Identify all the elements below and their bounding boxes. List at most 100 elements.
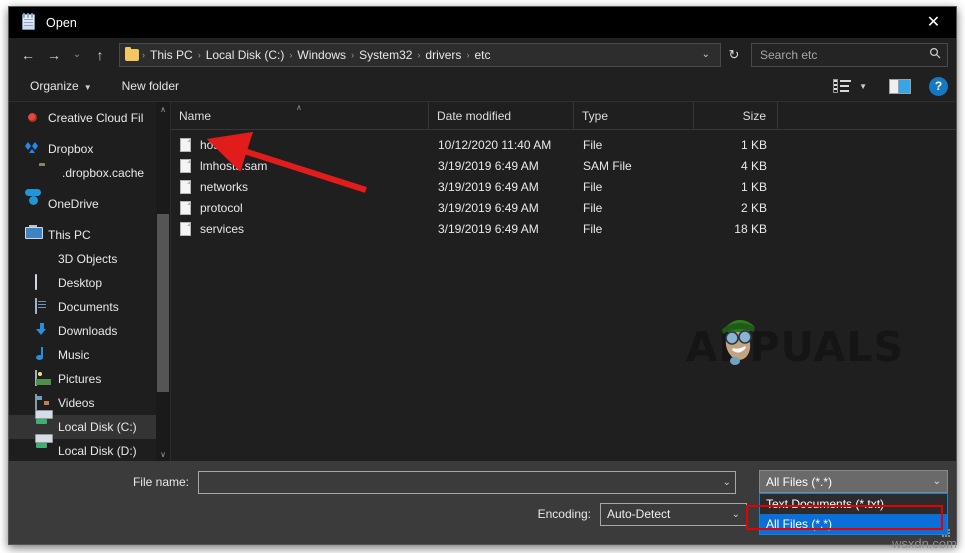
sidebar-item-label: Creative Cloud Fil [48, 111, 144, 125]
file-name-input[interactable] [203, 474, 717, 490]
chevron-down-icon: ⌄ [731, 508, 740, 520]
encoding-select[interactable]: Auto-Detect ⌄ [600, 502, 747, 526]
dialog-footer: File name: ⌄ Encoding: Auto-Detect ⌄ All… [9, 461, 956, 544]
videos-icon [35, 394, 51, 411]
table-row[interactable]: protocol 3/19/2019 6:49 AM File 2 KB [171, 197, 956, 218]
table-row[interactable]: networks 3/19/2019 6:49 AM File 1 KB [171, 176, 956, 197]
breadcrumb-local-disk-c[interactable]: Local Disk (C:) [202, 48, 289, 62]
table-row[interactable]: lmhosts.sam 3/19/2019 6:49 AM SAM File 4… [171, 155, 956, 176]
search-icon[interactable] [929, 47, 941, 62]
breadcrumb-etc[interactable]: etc [470, 48, 494, 62]
cell-size: 1 KB [740, 179, 767, 194]
file-name-combo[interactable]: ⌄ [198, 470, 736, 494]
close-icon[interactable]: ✕ [911, 7, 956, 38]
file-name: hosts [200, 137, 229, 152]
sidebar-item-pictures[interactable]: Pictures [9, 367, 156, 391]
search-box[interactable] [751, 42, 948, 67]
sidebar-item-onedrive[interactable]: OneDrive [9, 192, 156, 216]
sidebar-item-label: Music [58, 348, 90, 362]
breadcrumb-this-pc[interactable]: This PC [146, 48, 197, 62]
help-icon[interactable]: ? [929, 76, 948, 96]
file-icon [180, 137, 191, 152]
file-list-header: Name ∧ Date modified Type Size [171, 102, 956, 130]
sidebar-item-music[interactable]: Music [9, 343, 156, 367]
file-type-filter-value: All Files (*.*) [766, 474, 833, 489]
sidebar-item-dropbox-cache[interactable]: .dropbox.cache [9, 161, 156, 185]
up-button[interactable]: ↑ [87, 42, 113, 68]
cell-type: File [583, 221, 603, 236]
sort-ascending-icon: ∧ [296, 102, 302, 112]
file-list: Name ∧ Date modified Type Size hosts 10/… [171, 102, 956, 461]
table-row[interactable]: services 3/19/2019 6:49 AM File 18 KB [171, 218, 956, 239]
sidebar-item-this-pc[interactable]: This PC [9, 223, 156, 247]
table-row[interactable]: hosts 10/12/2020 11:40 AM File 1 KB [171, 134, 956, 155]
documents-icon [35, 298, 51, 315]
file-type-filter-select[interactable]: All Files (*.*) ⌄ [759, 470, 948, 493]
change-view-icon[interactable] [833, 79, 852, 93]
cell-size: 2 KB [740, 200, 767, 215]
onedrive-icon [25, 196, 41, 212]
scroll-up-icon[interactable]: ∧ [156, 102, 170, 116]
sidebar-item-desktop[interactable]: Desktop [9, 271, 156, 295]
this-pc-icon [25, 227, 41, 243]
preview-pane-icon[interactable] [889, 78, 911, 94]
column-header-date-modified[interactable]: Date modified [429, 102, 574, 130]
sidebar-item-label: Downloads [58, 324, 118, 338]
encoding-label: Encoding: [537, 507, 591, 521]
dropbox-icon [25, 141, 41, 157]
column-header-name[interactable]: Name ∧ [171, 102, 429, 130]
file-name: protocol [200, 200, 243, 215]
sidebar-item-documents[interactable]: Documents [9, 295, 156, 319]
new-folder-button[interactable]: New folder [115, 75, 186, 97]
forward-button[interactable]: → [41, 42, 67, 68]
refresh-icon[interactable]: ↻ [721, 43, 747, 67]
sidebar-item-label: Dropbox [48, 142, 94, 156]
sidebar-item-label: Documents [58, 300, 119, 314]
cell-date-modified: 3/19/2019 6:49 AM [438, 179, 539, 194]
recent-locations-icon[interactable]: ⌄ [67, 42, 87, 68]
address-bar[interactable]: › This PC › Local Disk (C:) › Windows › … [119, 42, 721, 67]
window-title: Open [46, 15, 77, 30]
cell-date-modified: 3/19/2019 6:49 AM [438, 158, 539, 173]
folder-icon [39, 165, 55, 181]
disk-icon [35, 419, 51, 435]
scroll-down-icon[interactable]: ∨ [156, 447, 170, 461]
dialog-body: Creative Cloud Fil Dropbox .dropbox.cach… [9, 102, 956, 461]
pictures-icon [35, 370, 51, 387]
scrollbar-thumb[interactable] [157, 214, 169, 392]
sidebar-item-local-disk-d[interactable]: Local Disk (D:) [9, 439, 156, 461]
sidebar-item-videos[interactable]: Videos [9, 391, 156, 415]
watermark-text: APPUALS [685, 323, 904, 371]
cell-type: File [583, 179, 603, 194]
file-name-label: File name: [132, 475, 189, 489]
sidebar-item-label: Videos [58, 396, 95, 410]
appuals-mascot-icon [721, 319, 755, 365]
breadcrumb-system32[interactable]: System32 [355, 48, 416, 62]
sidebar-item-dropbox[interactable]: Dropbox [9, 137, 156, 161]
screenshot-root: Open ✕ ← → ⌄ ↑ › This PC › Local Disk (C… [0, 0, 965, 553]
back-button[interactable]: ← [15, 42, 41, 68]
sidebar-item-creative-cloud[interactable]: Creative Cloud Fil [9, 106, 156, 130]
cell-type: File [583, 137, 603, 152]
search-input[interactable] [758, 46, 929, 63]
file-type-filter-dropdown[interactable]: Text Documents (*.txt) All Files (*.*) [759, 493, 948, 535]
file-icon [180, 158, 191, 173]
organize-button[interactable]: Organize ▼ [23, 75, 99, 97]
cell-name: networks [171, 176, 429, 197]
chevron-down-icon[interactable]: ⌄ [717, 477, 731, 488]
chevron-down-icon[interactable]: ▼ [859, 82, 867, 91]
sidebar-item-3d-objects[interactable]: 3D Objects [9, 247, 156, 271]
sidebar-scrollbar[interactable]: ∧ ∨ [156, 102, 170, 461]
dropdown-option-text-documents[interactable]: Text Documents (*.txt) [760, 494, 947, 514]
dropdown-option-all-files[interactable]: All Files (*.*) [760, 514, 947, 534]
breadcrumb-windows[interactable]: Windows [293, 48, 350, 62]
column-header-size[interactable]: Size [694, 102, 778, 130]
column-header-type[interactable]: Type [574, 102, 694, 130]
sidebar-item-local-disk-c[interactable]: Local Disk (C:) [9, 415, 156, 439]
sidebar-item-label: Local Disk (D:) [58, 444, 137, 458]
breadcrumb-drivers[interactable]: drivers [421, 48, 465, 62]
chevron-down-icon[interactable]: ⌄ [694, 49, 718, 60]
3d-objects-icon [35, 251, 51, 267]
sidebar-item-label: 3D Objects [58, 252, 118, 266]
sidebar-item-downloads[interactable]: Downloads [9, 319, 156, 343]
